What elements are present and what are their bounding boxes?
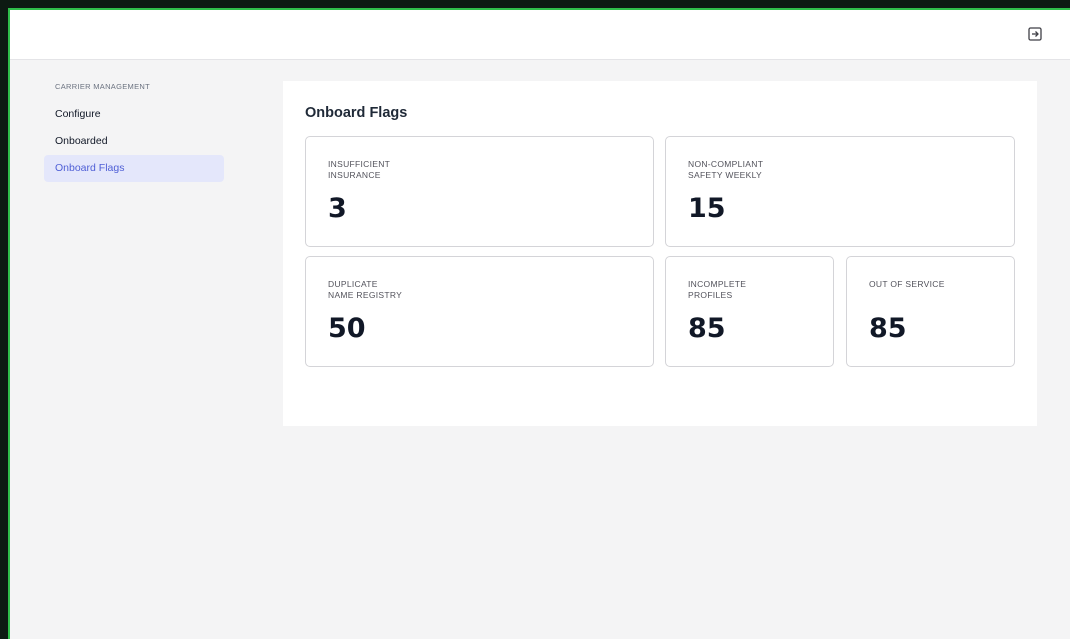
logout-icon bbox=[1028, 27, 1042, 41]
card-value: 85 bbox=[688, 313, 726, 344]
card-label: INSUFFICIENT INSURANCE bbox=[328, 159, 391, 180]
logout-button[interactable] bbox=[1026, 25, 1044, 43]
card-label: NON-COMPLIANT SAFETY WEEKLY bbox=[688, 159, 764, 180]
flag-card-non-compliant-safety[interactable]: NON-COMPLIANT SAFETY WEEKLY 15 bbox=[665, 136, 1015, 247]
card-label: DUPLICATE NAME REGISTRY bbox=[328, 279, 403, 300]
onboard-flags-panel: Onboard Flags INSUFFICIENT INSURANCE 3 N… bbox=[283, 81, 1037, 426]
flag-card-incomplete-profiles[interactable]: INCOMPLETE PROFILES 85 bbox=[665, 256, 834, 367]
sidebar-item-configure[interactable]: Configure bbox=[44, 101, 224, 128]
top-bar bbox=[10, 10, 1070, 60]
sidebar-item-onboard-flags[interactable]: Onboard Flags bbox=[44, 155, 224, 182]
sidebar: CARRIER MANAGEMENT Configure Onboarded O… bbox=[44, 82, 224, 182]
card-label: OUT OF SERVICE bbox=[869, 279, 945, 289]
flag-card-insufficient-insurance[interactable]: INSUFFICIENT INSURANCE 3 bbox=[305, 136, 654, 247]
page-title: Onboard Flags bbox=[305, 105, 408, 121]
app-window: CARRIER MANAGEMENT Configure Onboarded O… bbox=[8, 8, 1070, 639]
sidebar-item-onboarded[interactable]: Onboarded bbox=[44, 128, 224, 155]
card-value: 50 bbox=[328, 313, 366, 344]
sidebar-heading: CARRIER MANAGEMENT bbox=[55, 82, 150, 91]
flag-card-duplicate-name-registry[interactable]: DUPLICATE NAME REGISTRY 50 bbox=[305, 256, 654, 367]
card-value: 85 bbox=[869, 313, 907, 344]
card-value: 3 bbox=[328, 193, 347, 224]
flag-card-out-of-service[interactable]: OUT OF SERVICE 85 bbox=[846, 256, 1015, 367]
card-label: INCOMPLETE PROFILES bbox=[688, 279, 747, 300]
card-value: 15 bbox=[688, 193, 726, 224]
